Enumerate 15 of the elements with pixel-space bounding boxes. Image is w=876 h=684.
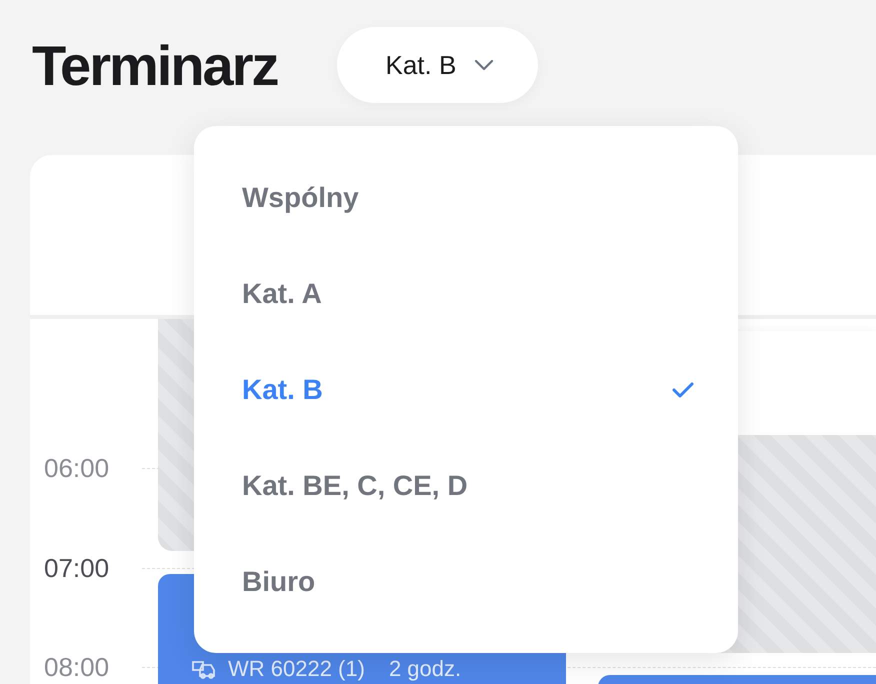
menu-item[interactable]: Biuro bbox=[242, 534, 694, 630]
vehicle-plate: WR 60222 (1) bbox=[228, 658, 365, 680]
hour-label: 06:00 bbox=[44, 453, 110, 484]
car-icon bbox=[190, 658, 218, 680]
menu-item[interactable]: Kat. A bbox=[242, 246, 694, 342]
hour-label: 08:00 bbox=[44, 652, 110, 683]
menu-item[interactable]: Kat. B bbox=[242, 342, 694, 438]
chevron-down-icon bbox=[474, 59, 494, 71]
menu-item[interactable]: Wspólny bbox=[242, 150, 694, 246]
menu-item[interactable]: Kat. BE, C, CE, D bbox=[242, 438, 694, 534]
hour-label: 07:00 bbox=[44, 553, 110, 584]
checkmark-icon bbox=[672, 382, 694, 398]
category-dropdown[interactable]: Kat. B bbox=[337, 27, 538, 103]
duration: 2 godz. bbox=[388, 658, 462, 680]
page-title: Terminarz bbox=[32, 32, 278, 98]
